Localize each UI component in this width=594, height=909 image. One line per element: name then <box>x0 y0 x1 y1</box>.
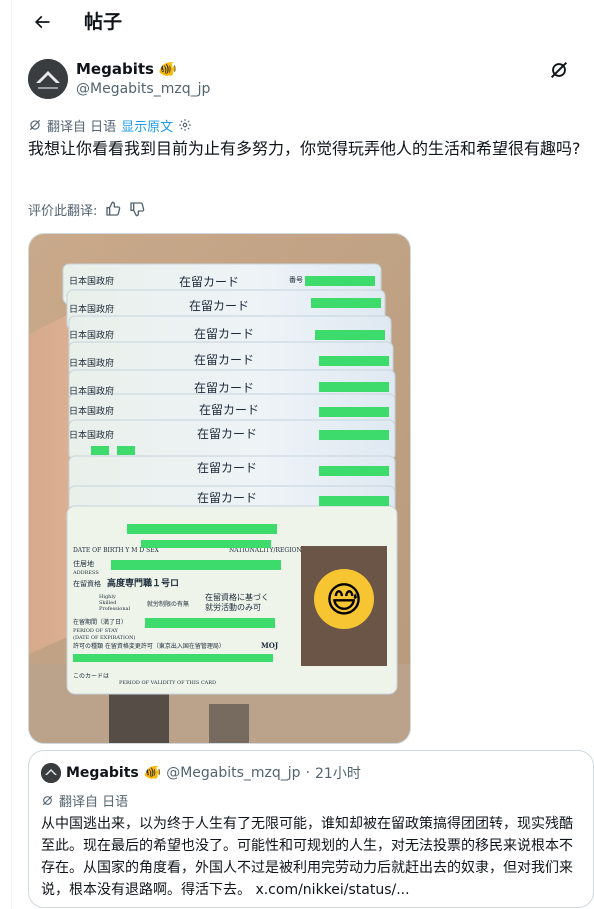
grok-button[interactable] <box>548 59 570 81</box>
quoted-time: 21小时 <box>315 766 361 782</box>
card-employment-value: 在留資格に基づく <box>205 592 269 602</box>
card-title: 在留カード <box>179 275 239 289</box>
card-period-en: PERIOD OF STAY <box>73 628 119 634</box>
card-title: 在留カード <box>199 403 259 417</box>
card-number-label: 番号 <box>289 276 303 284</box>
translated-from-label: 翻译自 日语 <box>47 119 117 135</box>
quoted-author-name: Megabits <box>66 765 139 781</box>
translation-settings-button[interactable] <box>178 118 192 132</box>
card-moj: MOJ <box>261 641 279 650</box>
thumbs-down-button[interactable] <box>129 201 145 217</box>
post-text: 我想让你看看我到目前为止有多努力，你觉得玩弄他人的生活和希望很有趣吗? <box>28 139 581 158</box>
card-issuer: 日本国政府 <box>69 329 114 341</box>
quoted-author-emoji: 🐠 <box>143 765 162 781</box>
card-title: 在留カード <box>197 427 257 441</box>
card-title: 在留カード <box>194 327 254 341</box>
grok-icon <box>550 61 568 79</box>
card-photo-emoji: 😅 <box>325 580 363 621</box>
card-status-value: 高度専門職１号ロ <box>107 577 179 589</box>
page-header: 帖子 <box>12 0 594 44</box>
card-status-en: Professional <box>99 606 131 612</box>
author-handle[interactable]: @Megabits_mzq_jp <box>76 79 210 99</box>
card-title: 在留カード <box>194 353 254 367</box>
card-birth-row: DATE OF BIRTH Y M D SEX <box>73 547 160 554</box>
rate-label: 评价此翻译: <box>28 203 98 219</box>
author-name[interactable]: Megabits <box>76 59 154 79</box>
quoted-translated-from: 翻译自 日语 <box>59 795 129 810</box>
author-name-row[interactable]: Megabits 🐠 <box>76 59 177 79</box>
avatar[interactable] <box>28 59 68 99</box>
card-issuer: 日本国政府 <box>69 357 114 369</box>
card-expiry-en: (DATE OF EXPIRATION) <box>73 634 135 641</box>
thumbs-up-button[interactable] <box>105 201 121 217</box>
quoted-separator: · <box>305 765 311 781</box>
card-validity-label: このカードは <box>73 673 109 680</box>
translate-icon <box>29 119 41 131</box>
card-issuer: 日本国政府 <box>69 275 114 287</box>
residence-cards-photo: 日本国政府 在留カード 番号 日本国政府 在留カード 日本国政府 在留カード 日… <box>29 234 410 743</box>
card-period-label: 在留期間（満了日） <box>73 618 127 626</box>
thumbs-up-icon <box>106 201 121 216</box>
card-issuer: 日本国政府 <box>69 429 114 441</box>
card-issuer: 日本国政府 <box>69 405 114 417</box>
post-image[interactable]: 日本国政府 在留カード 番号 日本国政府 在留カード 日本国政府 在留カード 日… <box>28 233 411 744</box>
card-address-label: 住居地 <box>73 559 94 568</box>
card-nationality: NATIONALITY/REGION <box>229 547 302 554</box>
card-title: 在留カード <box>197 491 257 505</box>
thumbs-down-icon <box>130 202 145 217</box>
card-status-label: 在留資格 <box>73 579 101 588</box>
card-title: 在留カード <box>189 299 249 313</box>
card-issuer: 日本国政府 <box>69 303 114 315</box>
quoted-post-text: 从中国逃出来，以为终于人生有了无限可能，谁知却被在留政策搞得团团转，现实残酷至此… <box>41 816 573 898</box>
quoted-post[interactable]: Megabits 🐠 @Megabits_mzq_jp · 21小时 翻译自 日… <box>28 750 594 908</box>
card-employment-label: 就労制限の有無 <box>147 600 189 608</box>
card-validity-en: PERIOD OF VALIDITY OF THIS CARD <box>119 680 216 686</box>
quoted-post-header: Megabits 🐠 @Megabits_mzq_jp · 21小时 <box>41 763 361 783</box>
card-permit-row: 許可の種類 在留資格変更許可（東京出入国在留管理局） <box>73 642 225 650</box>
translation-row: 翻译自 日语 显示原文 <box>28 115 192 135</box>
quoted-avatar <box>41 763 61 783</box>
rate-translation-row: 评价此翻译: <box>28 199 145 219</box>
card-address-en: ADDRESS <box>72 570 99 576</box>
back-button[interactable] <box>28 8 56 36</box>
translate-icon <box>42 795 53 806</box>
arrow-left-icon <box>34 15 50 29</box>
quoted-translation-row: 翻译自 日语 <box>41 791 128 810</box>
card-title: 在留カード <box>197 461 257 475</box>
card-issuer: 日本国政府 <box>69 385 114 397</box>
left-divider <box>11 0 12 909</box>
show-original-link[interactable]: 显示原文 <box>121 116 173 135</box>
card-employment-value: 就労活動のみ可 <box>205 602 261 612</box>
card-title: 在留カード <box>194 381 254 395</box>
gear-icon <box>179 119 191 131</box>
page-title: 帖子 <box>84 11 123 33</box>
author-emoji: 🐠 <box>157 60 177 78</box>
quoted-author-handle: @Megabits_mzq_jp <box>166 765 301 781</box>
